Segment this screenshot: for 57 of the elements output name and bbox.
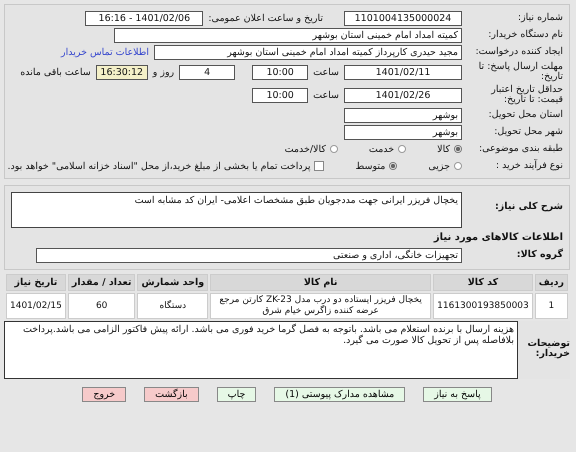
need-number-field: 1101004135000024 — [344, 11, 462, 26]
treasury-checkbox[interactable]: پرداخت تمام یا بخشی از مبلغ خرید،از محل "اسناد خزانه اسلامی" خواهد بود. — [8, 160, 324, 172]
section-title: اطلاعات کالاهای مورد نیاز — [432, 232, 563, 243]
field-label: نام دستگاه خریدار: — [487, 30, 563, 41]
buyer-org-field: کمیته امداد امام خمینی استان بوشهر — [114, 28, 462, 43]
action-button[interactable]: پاسخ به نیاز — [423, 386, 492, 402]
days-field: 4 — [179, 64, 236, 80]
field-label: شماره نیاز: — [516, 13, 563, 24]
field-label: ساعت — [313, 90, 339, 101]
field-label: شهر محل تحویل: — [493, 127, 563, 138]
process-radio[interactable]: جزیی — [428, 160, 462, 172]
table-cell: دستگاه — [137, 292, 208, 319]
field-label: نوع فرآیند خرید : — [494, 161, 563, 172]
description-field: یخچال فریزر ایرانی جهت مددجویان طبق مشخصات اعلامی- ایران کد مشابه است — [11, 192, 462, 228]
field-label: ساعت باقی مانده — [20, 66, 91, 78]
table-cell: 1401/02/15 — [6, 292, 66, 319]
field-label: شرح کلی نیاز: — [494, 202, 563, 212]
validity-date-field: 1401/02/26 — [344, 88, 462, 103]
announce-date-field: 1401/02/06 - 16:16 — [85, 11, 204, 26]
remaining-time-field: 16:30:12 — [96, 64, 148, 80]
deadline-time-field: 10:00 — [252, 64, 308, 80]
column-header: تاریخ نیاز — [6, 274, 66, 291]
table-cell: یخچال فریزر ایستاده دو درب مدل ZK-23 کارتن مرجع عرضه کننده زاگرس خیام شرق — [210, 292, 432, 319]
table-cell: 1161300193850003 — [433, 292, 533, 319]
column-header: ردیف — [534, 274, 568, 291]
action-button[interactable]: چاپ — [216, 386, 256, 402]
city-field: بوشهر — [344, 124, 462, 140]
field-label: طبقه بندی موضوعی: — [478, 144, 563, 154]
field-label: روز و — [152, 66, 174, 78]
validity-time-field: 10:00 — [252, 88, 308, 103]
column-header: تعداد / مقدار — [68, 274, 136, 291]
field-label: مهلت ارسال پاسخ: تا تاریخ: — [478, 62, 563, 83]
column-header: نام کالا — [210, 274, 432, 291]
field-label: ساعت — [313, 66, 339, 78]
field-label: ایجاد کننده درخواست: — [474, 47, 563, 58]
buyer-contact-link[interactable]: اطلاعات تماس خریدار — [60, 47, 149, 58]
action-button[interactable]: مشاهده مدارک پیوستی (1) — [274, 386, 406, 402]
category-radio[interactable]: خدمت — [368, 144, 406, 155]
table-cell: 1 — [534, 292, 568, 319]
process-radio[interactable]: متوسط — [355, 160, 398, 172]
field-label: حداقل تاریخ اعتبار قیمت: تا تاریخ: — [490, 84, 563, 106]
action-button[interactable]: بازگشت — [144, 386, 199, 402]
field-label: گروه کالا: — [516, 250, 563, 260]
column-header: واحد شمارش — [137, 274, 208, 291]
deadline-date-field: 1401/02/11 — [344, 64, 462, 80]
field-label: تاریخ و ساعت اعلان عمومی: — [208, 13, 323, 24]
buyer-notes-field: هزینه ارسال با برنده استعلام می باشد. باتوجه به فصل گرما خرید فوری می باشد. ارائه پیش فاکتور الزامی می باشد.پرداخت بلافاصله پس از تحویل کالا صورت می گیرد. — [4, 320, 518, 379]
action-button[interactable]: خروج — [82, 386, 126, 402]
category-radio[interactable]: کالا/خدمت — [284, 144, 338, 155]
column-header: کد کالا — [433, 274, 533, 291]
field-label: توضیحات خریدار: — [526, 338, 570, 360]
goods-group-field: تجهیزات خانگی، اداری و صنعتی — [36, 248, 462, 263]
table-cell: 60 — [68, 292, 136, 319]
field-label: استان محل تحویل: — [487, 110, 563, 120]
requester-field: مجید حیدری کارپرداز کمیته امداد امام خمینی استان بوشهر — [154, 45, 462, 60]
province-field: بوشهر — [344, 108, 462, 123]
category-radio[interactable]: کالا — [437, 144, 462, 155]
